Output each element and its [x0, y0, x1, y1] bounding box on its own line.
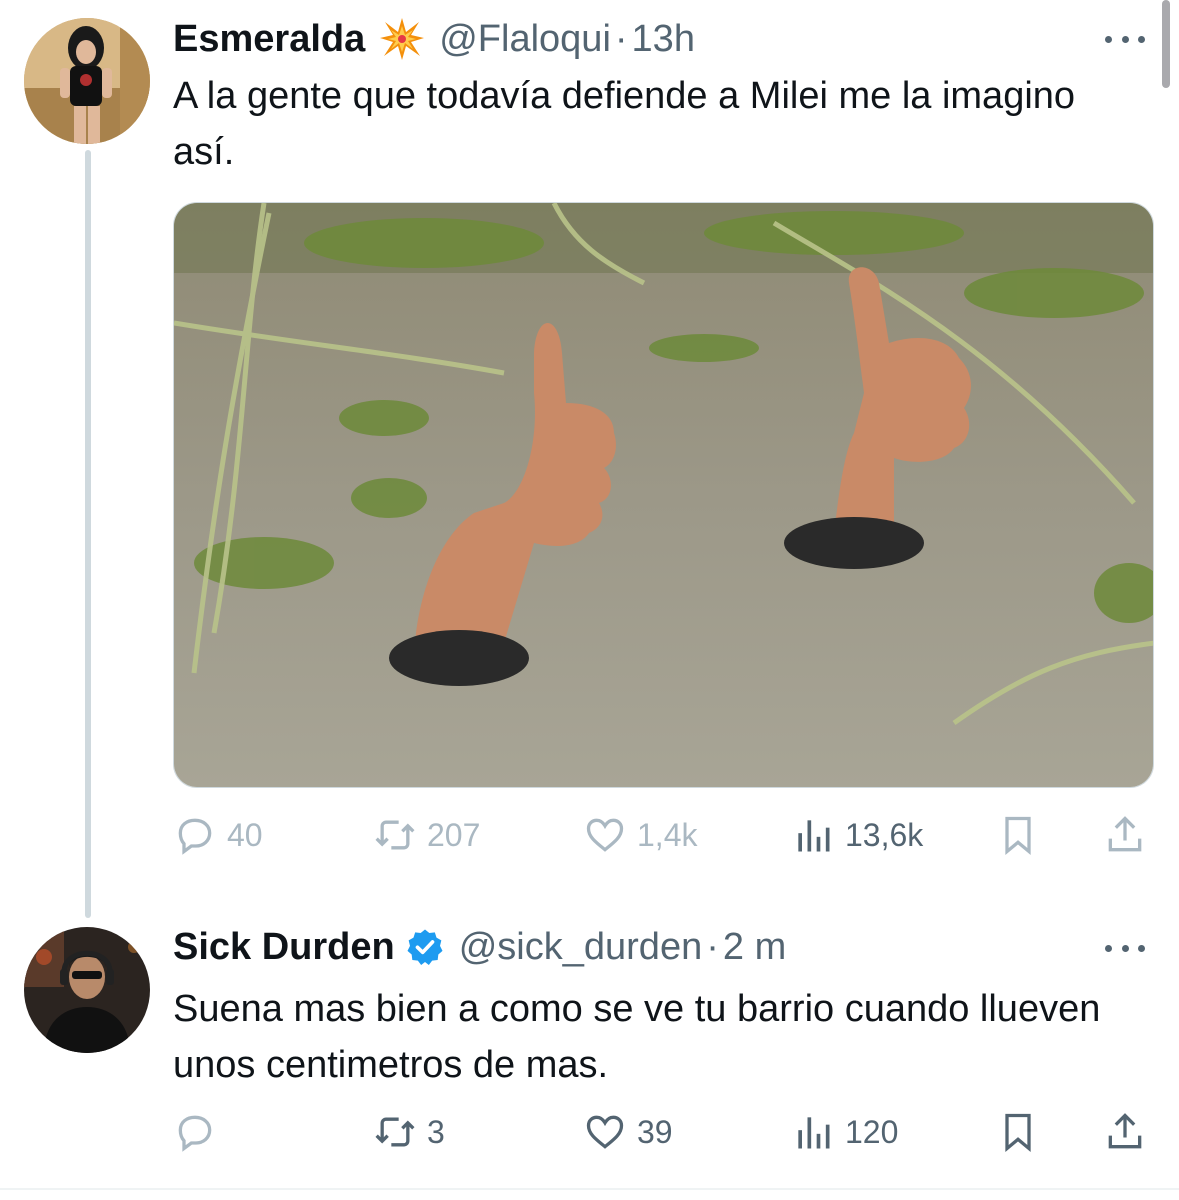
views-chart-icon	[798, 820, 830, 852]
avatar-esmeralda[interactable]	[24, 18, 150, 144]
retweet-count: 207	[427, 816, 481, 853]
timestamp[interactable]: 2 m	[723, 925, 786, 969]
share-icon	[1108, 1113, 1142, 1149]
tweet-text: Suena mas bien a como se ve tu barrio cu…	[173, 988, 1101, 1086]
timestamp[interactable]: 13h	[632, 17, 695, 61]
tweet-original[interactable]: Esmeralda @Flaloqui · 13h A la gente que…	[0, 0, 1179, 918]
tweet-header: Esmeralda @Flaloqui · 13h	[173, 16, 695, 62]
user-handle[interactable]: @Flaloqui	[439, 17, 611, 61]
tweet-image[interactable]	[173, 202, 1154, 788]
heart-icon	[586, 1115, 624, 1149]
display-name[interactable]: Esmeralda	[173, 17, 365, 61]
thread-connector-line	[85, 150, 91, 918]
retweet-icon	[375, 1117, 415, 1147]
separator-dot: ·	[706, 926, 719, 968]
more-options-icon[interactable]	[1105, 32, 1145, 46]
avatar-sick-durden[interactable]	[24, 927, 150, 1053]
views-count: 120	[845, 1113, 899, 1150]
separator-dot: ·	[614, 18, 628, 60]
bookmark-button[interactable]	[996, 810, 1040, 860]
views-button[interactable]: 13,6k	[791, 810, 923, 860]
user-handle[interactable]: @sick_durden	[459, 925, 702, 969]
share-icon	[1108, 816, 1142, 852]
reply-count: 40	[227, 816, 263, 853]
reply-icon	[178, 1115, 212, 1152]
views-button[interactable]: 120	[791, 1107, 898, 1157]
share-button[interactable]	[1103, 1107, 1147, 1157]
display-name[interactable]: Sick Durden	[173, 925, 395, 969]
bookmark-button[interactable]	[996, 1107, 1040, 1157]
like-count: 39	[637, 1113, 673, 1150]
divider	[0, 1188, 1179, 1190]
bookmark-icon	[1005, 1113, 1031, 1153]
tweet-actions: 3 39 120	[173, 1107, 1154, 1157]
like-button[interactable]: 39	[583, 1107, 673, 1157]
more-options-icon[interactable]	[1105, 941, 1145, 955]
reply-icon	[178, 818, 212, 855]
retweet-button[interactable]: 3	[373, 1107, 445, 1157]
views-count: 13,6k	[845, 816, 924, 853]
retweet-count: 3	[427, 1113, 445, 1150]
like-count: 1,4k	[637, 816, 698, 853]
tweet-reply[interactable]: Sick Durden @sick_durden · 2 m Suena mas…	[0, 905, 1179, 1192]
verified-badge-icon	[407, 929, 443, 965]
like-button[interactable]: 1,4k	[583, 810, 697, 860]
collision-emoji-icon	[380, 18, 425, 60]
heart-icon	[586, 818, 624, 852]
share-button[interactable]	[1103, 810, 1147, 860]
tweet-text: A la gente que todavía defiende a Milei …	[173, 75, 1076, 173]
tweet-header: Sick Durden @sick_durden · 2 m	[173, 925, 786, 969]
reply-button[interactable]: 40	[173, 810, 263, 860]
reply-button[interactable]	[173, 1107, 227, 1157]
views-chart-icon	[798, 1117, 830, 1149]
bookmark-icon	[1005, 816, 1031, 856]
retweet-button[interactable]: 207	[373, 810, 480, 860]
tweet-actions: 40 207 1,4k 13,6k	[173, 810, 1154, 860]
retweet-icon	[375, 820, 415, 850]
